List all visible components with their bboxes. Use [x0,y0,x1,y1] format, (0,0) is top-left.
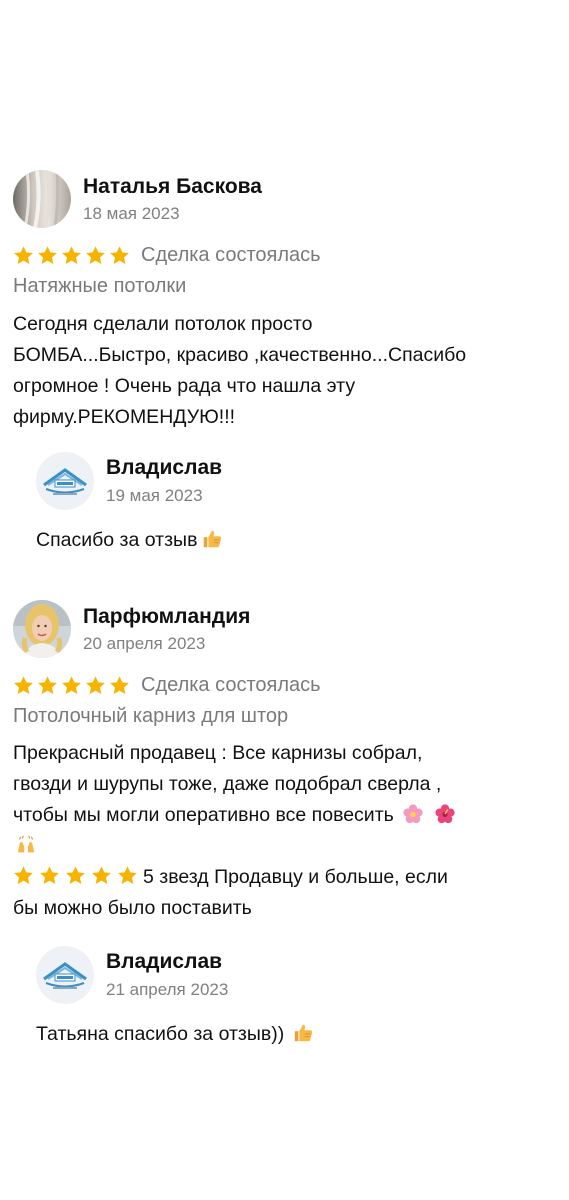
review-text-segment: 5 звезд Продавцу и больше, если [143,866,448,888]
review-text-segment: чтобы мы могли оперативно все повесить [13,804,394,826]
deal-status: Сделка состоялась [141,243,321,266]
thumbs-up-icon [294,1024,313,1042]
review-text-line: бы можно было поставить [13,897,252,919]
review-text-line [13,831,543,862]
item-category[interactable]: Потолочный карниз для штор [13,705,288,728]
reply-avatar[interactable] [36,452,94,510]
company-logo-icon [36,946,94,1004]
review-date: 18 мая 2023 [83,204,180,223]
rating-row: Сделка состоялась [13,242,321,268]
reply-text: Спасибо за отзыв [36,528,223,552]
review-text-line: Сегодня сделали потолок просто [13,313,313,335]
flower-icon [403,804,423,824]
review-text-line: Прекрасный продавец : Все карнизы собрал… [13,742,423,764]
star-icon [86,675,105,694]
deal-status: Сделка состоялась [141,673,321,696]
star-icon [86,245,105,264]
thumbs-up-icon [204,530,222,548]
reply-text-content: Татьяна спасибо за отзыв)) [36,1023,285,1045]
star-icon [38,675,57,694]
hibiscus-icon [435,804,455,824]
star-icon [14,245,33,264]
star-icon [62,675,81,694]
reply-avatar[interactable] [36,946,94,1004]
star-icon [118,866,137,884]
review-text-line: фирму.РЕКОМЕНДУЮ!!! [13,406,236,428]
avatar[interactable] [13,170,71,228]
star-icon [40,866,59,884]
avatar[interactable] [13,600,71,658]
reply-author-name[interactable]: Владислав [106,950,222,974]
item-category[interactable]: Натяжные потолки [13,275,186,298]
star-icon [38,245,57,264]
review-text: Сегодня сделали потолок просто БОМБА...Б… [13,309,543,433]
review-text-line: чтобы мы могли оперативно все повесить [13,800,543,831]
star-icon [14,675,33,694]
star-icon [62,245,81,264]
reply-date: 21 апреля 2023 [106,980,229,999]
review-text-line: огромное ! Очень рада что нашла эту [13,375,356,397]
reply-text: Татьяна спасибо за отзыв)) [36,1022,314,1046]
star-rating [13,245,130,266]
star-icon [110,675,129,694]
star-icon [92,866,111,884]
star-rating [13,675,130,696]
author-name[interactable]: Парфюмландия [83,605,250,629]
star-icon [66,866,85,884]
company-logo-icon [36,452,94,510]
review-text-line: 5 звезд Продавцу и больше, если [13,862,543,893]
star-icon [14,866,33,884]
rating-row: Сделка состоялась [13,672,321,698]
reply-author-name[interactable]: Владислав [106,456,222,480]
review-text: Прекрасный продавец : Все карнизы собрал… [13,738,543,924]
review-date: 20 апреля 2023 [83,634,206,653]
reply-date: 19 мая 2023 [106,486,203,505]
star-icon [110,245,129,264]
author-name[interactable]: Наталья Баскова [83,175,262,199]
review-text-line: БОМБА...Быстро, красиво ,качественно...С… [13,344,467,366]
reply-text-content: Спасибо за отзыв [36,529,198,551]
review-text-line: гвозди и шурупы тоже, даже подобрал свер… [13,773,442,795]
raised-hands-icon [17,835,35,853]
